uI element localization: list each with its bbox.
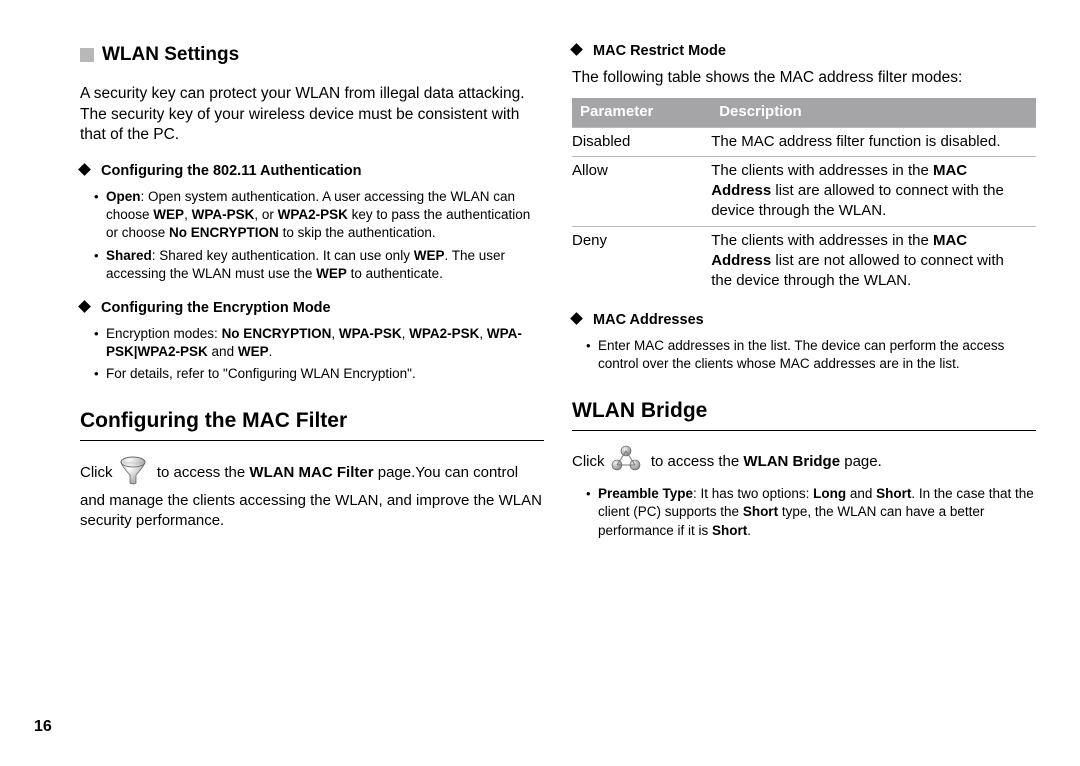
subsection-encryption-title: Configuring the Encryption Mode xyxy=(101,300,331,316)
table-row: Disabled The MAC address filter function… xyxy=(572,127,1036,156)
subsection-encryption: Configuring the Encryption Mode xyxy=(80,299,544,319)
th-parameter: Parameter xyxy=(572,98,711,127)
subsection-mac-addresses-title: MAC Addresses xyxy=(593,312,704,328)
table-header-row: Parameter Description xyxy=(572,98,1036,127)
wlan-bridge-paragraph: Click to access xyxy=(572,445,1036,479)
subsection-auth-title: Configuring the 802.11 Authentication xyxy=(101,163,361,179)
bold-term: Open xyxy=(106,189,141,204)
table-row: Allow The clients with addresses in the … xyxy=(572,156,1036,226)
subsection-mac-addresses: MAC Addresses xyxy=(572,311,1036,331)
diamond-icon xyxy=(570,313,583,326)
bold-term: Shared xyxy=(106,248,152,263)
diamond-icon xyxy=(570,43,583,56)
bridge-bullets: Preamble Type: It has two options: Long … xyxy=(572,485,1036,540)
title-square-icon xyxy=(80,48,94,62)
subsection-mac-restrict: MAC Restrict Mode xyxy=(572,42,1036,62)
auth-bullets: Open: Open system authentication. A user… xyxy=(80,188,544,283)
subsection-auth: Configuring the 802.11 Authentication xyxy=(80,162,544,182)
subsection-mac-restrict-title: MAC Restrict Mode xyxy=(593,43,726,59)
list-item: Preamble Type: It has two options: Long … xyxy=(586,485,1036,540)
table-row: Deny The clients with addresses in the M… xyxy=(572,226,1036,295)
title-text: WLAN Settings xyxy=(102,42,239,68)
th-description: Description xyxy=(711,98,1036,127)
mac-filter-paragraph: Click to access the WLAN MAC Filter page… xyxy=(80,455,544,532)
heading-mac-filter: Configuring the MAC Filter xyxy=(80,407,544,440)
mac-modes-table: Parameter Description Disabled The MAC a… xyxy=(572,98,1036,295)
list-item: Open: Open system authentication. A user… xyxy=(94,188,544,243)
bridge-icon xyxy=(611,445,641,479)
heading-wlan-bridge: WLAN Bridge xyxy=(572,397,1036,430)
list-item: For details, refer to "Configuring WLAN … xyxy=(94,365,544,383)
section-title: WLAN Settings xyxy=(80,42,544,68)
mac-addresses-bullets: Enter MAC addresses in the list. The dev… xyxy=(572,337,1036,373)
right-column: MAC Restrict Mode The following table sh… xyxy=(572,36,1036,544)
list-item: Enter MAC addresses in the list. The dev… xyxy=(586,337,1036,373)
left-column: WLAN Settings A security key can protect… xyxy=(80,36,544,544)
diamond-icon xyxy=(78,300,91,313)
page-number: 16 xyxy=(34,716,52,738)
encryption-bullets: Encryption modes: No ENCRYPTION, WPA-PSK… xyxy=(80,325,544,384)
intro-paragraph: A security key can protect your WLAN fro… xyxy=(80,84,544,147)
diamond-icon xyxy=(78,164,91,177)
list-item: Shared: Shared key authentication. It ca… xyxy=(94,247,544,283)
list-item: Encryption modes: No ENCRYPTION, WPA-PSK… xyxy=(94,325,544,361)
funnel-icon xyxy=(119,455,147,491)
mac-restrict-intro: The following table shows the MAC addres… xyxy=(572,68,1036,89)
